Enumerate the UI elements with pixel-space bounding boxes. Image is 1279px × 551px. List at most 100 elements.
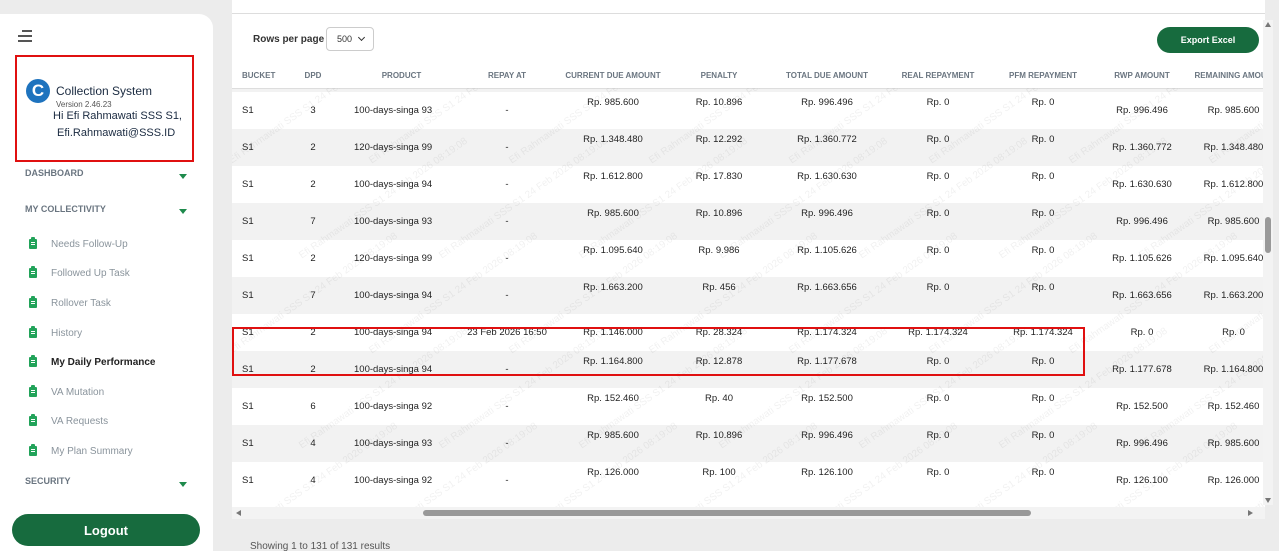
table-row[interactable]: S1 2 100-days-singa 94 - Rp. 1.164.800 Rp. 12… <box>232 351 1265 388</box>
cell-product: 100-days-singa 94 <box>344 277 459 314</box>
sidebar-item-history[interactable]: History <box>29 326 82 340</box>
cell-value: Rp. 152.500 <box>801 393 853 404</box>
cell-value: Rp. 1.105.626 <box>1112 253 1172 264</box>
table-row[interactable]: S1 3 100-days-singa 93 - Rp. 985.600 Rp. 10.8… <box>232 92 1265 129</box>
section-security[interactable]: SECURITY <box>25 476 71 486</box>
cell-remaining-amount: Rp. 985.600 <box>1187 203 1265 240</box>
cell-value: S1 <box>242 142 254 153</box>
cell-penalty: Rp. 100 <box>671 462 767 499</box>
cell-value: Rp. 28.324 <box>695 327 743 338</box>
cell-product: 120-days-singa 99 <box>344 129 459 166</box>
scroll-right-arrow-icon[interactable] <box>1248 510 1253 516</box>
sidebar-item-rollover-task[interactable]: Rollover Task <box>29 296 111 310</box>
header-pfm-repayment[interactable]: PFM REPAYMENT <box>989 64 1097 89</box>
dashboard-caret-icon[interactable] <box>179 174 187 179</box>
table-row[interactable]: S1 4 100-days-singa 92 - Rp. 126.000 Rp. 100 R… <box>232 462 1265 499</box>
cell-value: Rp. 0 <box>1031 467 1055 478</box>
sidebar-item-followed-up-task[interactable]: Followed Up Task <box>29 266 130 280</box>
cell-value: Rp. 0 <box>1031 393 1055 404</box>
scroll-down-arrow-icon[interactable] <box>1265 498 1271 503</box>
cell-dpd: 7 <box>282 277 344 314</box>
header-bucket[interactable]: BUCKET <box>232 64 282 89</box>
header-real-repayment[interactable]: REAL REPAYMENT <box>887 64 989 89</box>
cell-value: Rp. 996.496 <box>801 430 853 441</box>
table-row[interactable]: S1 4 100-days-singa 93 - Rp. 985.600 Rp. 10.8… <box>232 425 1265 462</box>
cell-penalty: Rp. 10.896 <box>671 425 767 462</box>
cell-value: 100-days-singa 93 <box>354 216 433 227</box>
my-collectivity-caret-icon[interactable] <box>179 209 187 214</box>
cell-product: 100-days-singa 92 <box>344 388 459 425</box>
export-excel-button[interactable]: Export Excel <box>1157 27 1259 53</box>
cell-value: 7 <box>310 290 316 301</box>
cell-value: Rp. 1.146.000 <box>583 327 643 338</box>
cell-repay-at: - <box>459 277 555 314</box>
header-total-due-amount[interactable]: TOTAL DUE AMOUNT <box>767 64 887 89</box>
vertical-scroll-thumb[interactable] <box>1265 217 1271 253</box>
app-version: Version 2.46.23 <box>56 100 112 109</box>
cell-value: Rp. 1.095.640 <box>1203 253 1264 264</box>
cell-value: Rp. 0 <box>926 208 950 219</box>
clipboard-icon <box>29 444 37 456</box>
hamburger-menu-icon[interactable] <box>18 30 34 42</box>
header-repay-at[interactable]: REPAY AT <box>459 64 555 89</box>
header-product[interactable]: PRODUCT <box>344 64 459 89</box>
table-row[interactable]: S1 2 100-days-singa 94 - Rp. 1.612.800 Rp. 17… <box>232 166 1265 203</box>
horizontal-scrollbar[interactable] <box>232 507 1265 519</box>
table-row[interactable]: S1 7 100-days-singa 94 - Rp. 1.663.200 Rp. 45… <box>232 277 1265 314</box>
cell-value: Rp. 996.496 <box>1116 216 1168 227</box>
cell-repay-at: - <box>459 388 555 425</box>
header-current-due-amount[interactable]: CURRENT DUE AMOUNT <box>555 64 671 89</box>
clipboard-icon <box>29 326 37 338</box>
table-row[interactable]: S1 6 100-days-singa 92 - Rp. 152.460 Rp. 40 Rp… <box>232 388 1265 425</box>
scroll-left-arrow-icon[interactable] <box>236 510 241 516</box>
cell-value: Rp. 1.663.656 <box>797 282 857 293</box>
table-row[interactable]: S1 2 100-days-singa 94 23 Feb 2026 16:50 Rp.… <box>232 314 1265 351</box>
section-my-collectivity[interactable]: MY COLLECTIVITY <box>25 204 106 214</box>
cell-total-due: Rp. 1.630.630 <box>767 166 887 203</box>
header-rwp-amount[interactable]: RWP AMOUNT <box>1097 64 1187 89</box>
cell-remaining-amount: Rp. 1.612.800 <box>1187 166 1265 203</box>
logout-button[interactable]: Logout <box>12 514 200 546</box>
rows-per-page-select[interactable]: 500 <box>326 27 374 51</box>
security-caret-icon[interactable] <box>179 482 187 487</box>
cell-remaining-amount: Rp. 985.600 <box>1187 425 1265 462</box>
sidebar-item-my-daily-performance[interactable]: My Daily Performance <box>29 355 156 369</box>
cell-value: Rp. 1.174.324 <box>908 327 968 338</box>
cell-value: S1 <box>242 327 254 338</box>
cell-pfm-repayment: Rp. 0 <box>989 203 1097 240</box>
cell-bucket: S1 <box>232 166 282 203</box>
header-penalty[interactable]: PENALTY <box>671 64 767 89</box>
table-row[interactable]: S1 7 100-days-singa 93 - Rp. 985.600 Rp. 10.8… <box>232 203 1265 240</box>
scroll-up-arrow-icon[interactable] <box>1265 22 1271 27</box>
cell-value: 2 <box>310 327 316 338</box>
header-dpd[interactable]: DPD <box>282 64 344 89</box>
table-row[interactable]: S1 2 120-days-singa 99 - Rp. 1.095.640 Rp. 9.… <box>232 240 1265 277</box>
sidebar-item-needs-follow-up[interactable]: Needs Follow-Up <box>29 237 128 251</box>
vertical-scrollbar[interactable] <box>1263 20 1273 505</box>
sidebar-item-my-plan-summary[interactable]: My Plan Summary <box>29 444 133 458</box>
cell-pfm-repayment: Rp. 0 <box>989 351 1097 388</box>
clipboard-icon <box>29 414 37 426</box>
clipboard-icon <box>29 296 37 308</box>
cell-value: - <box>505 438 509 449</box>
cell-value: S1 <box>242 475 254 486</box>
sidebar-item-va-requests[interactable]: VA Requests <box>29 414 108 428</box>
cell-value: Rp. 996.496 <box>1116 438 1168 449</box>
cell-value: Rp. 1.360.772 <box>1112 142 1172 153</box>
cell-product: 100-days-singa 93 <box>344 92 459 129</box>
cell-remaining-amount: Rp. 985.600 <box>1187 92 1265 129</box>
cell-value: 7 <box>310 216 316 227</box>
section-dashboard[interactable]: DASHBOARD <box>25 168 84 178</box>
cell-total-due: Rp. 1.105.626 <box>767 240 887 277</box>
cell-current-due: Rp. 985.600 <box>555 92 671 129</box>
cell-bucket: S1 <box>232 351 282 388</box>
table-row[interactable]: S1 2 120-days-singa 99 - Rp. 1.348.480 Rp. 12… <box>232 129 1265 166</box>
sidebar-item-va-mutation[interactable]: VA Mutation <box>29 385 104 399</box>
horizontal-scroll-thumb[interactable] <box>423 510 1031 516</box>
cell-value: 100-days-singa 94 <box>354 290 433 301</box>
cell-value: S1 <box>242 364 254 375</box>
header-remaining-amount[interactable]: REMAINING AMOUN <box>1187 64 1265 89</box>
cell-bucket: S1 <box>232 129 282 166</box>
cell-value: 120-days-singa 99 <box>354 142 433 153</box>
cell-value: Rp. 1.177.678 <box>797 356 857 367</box>
